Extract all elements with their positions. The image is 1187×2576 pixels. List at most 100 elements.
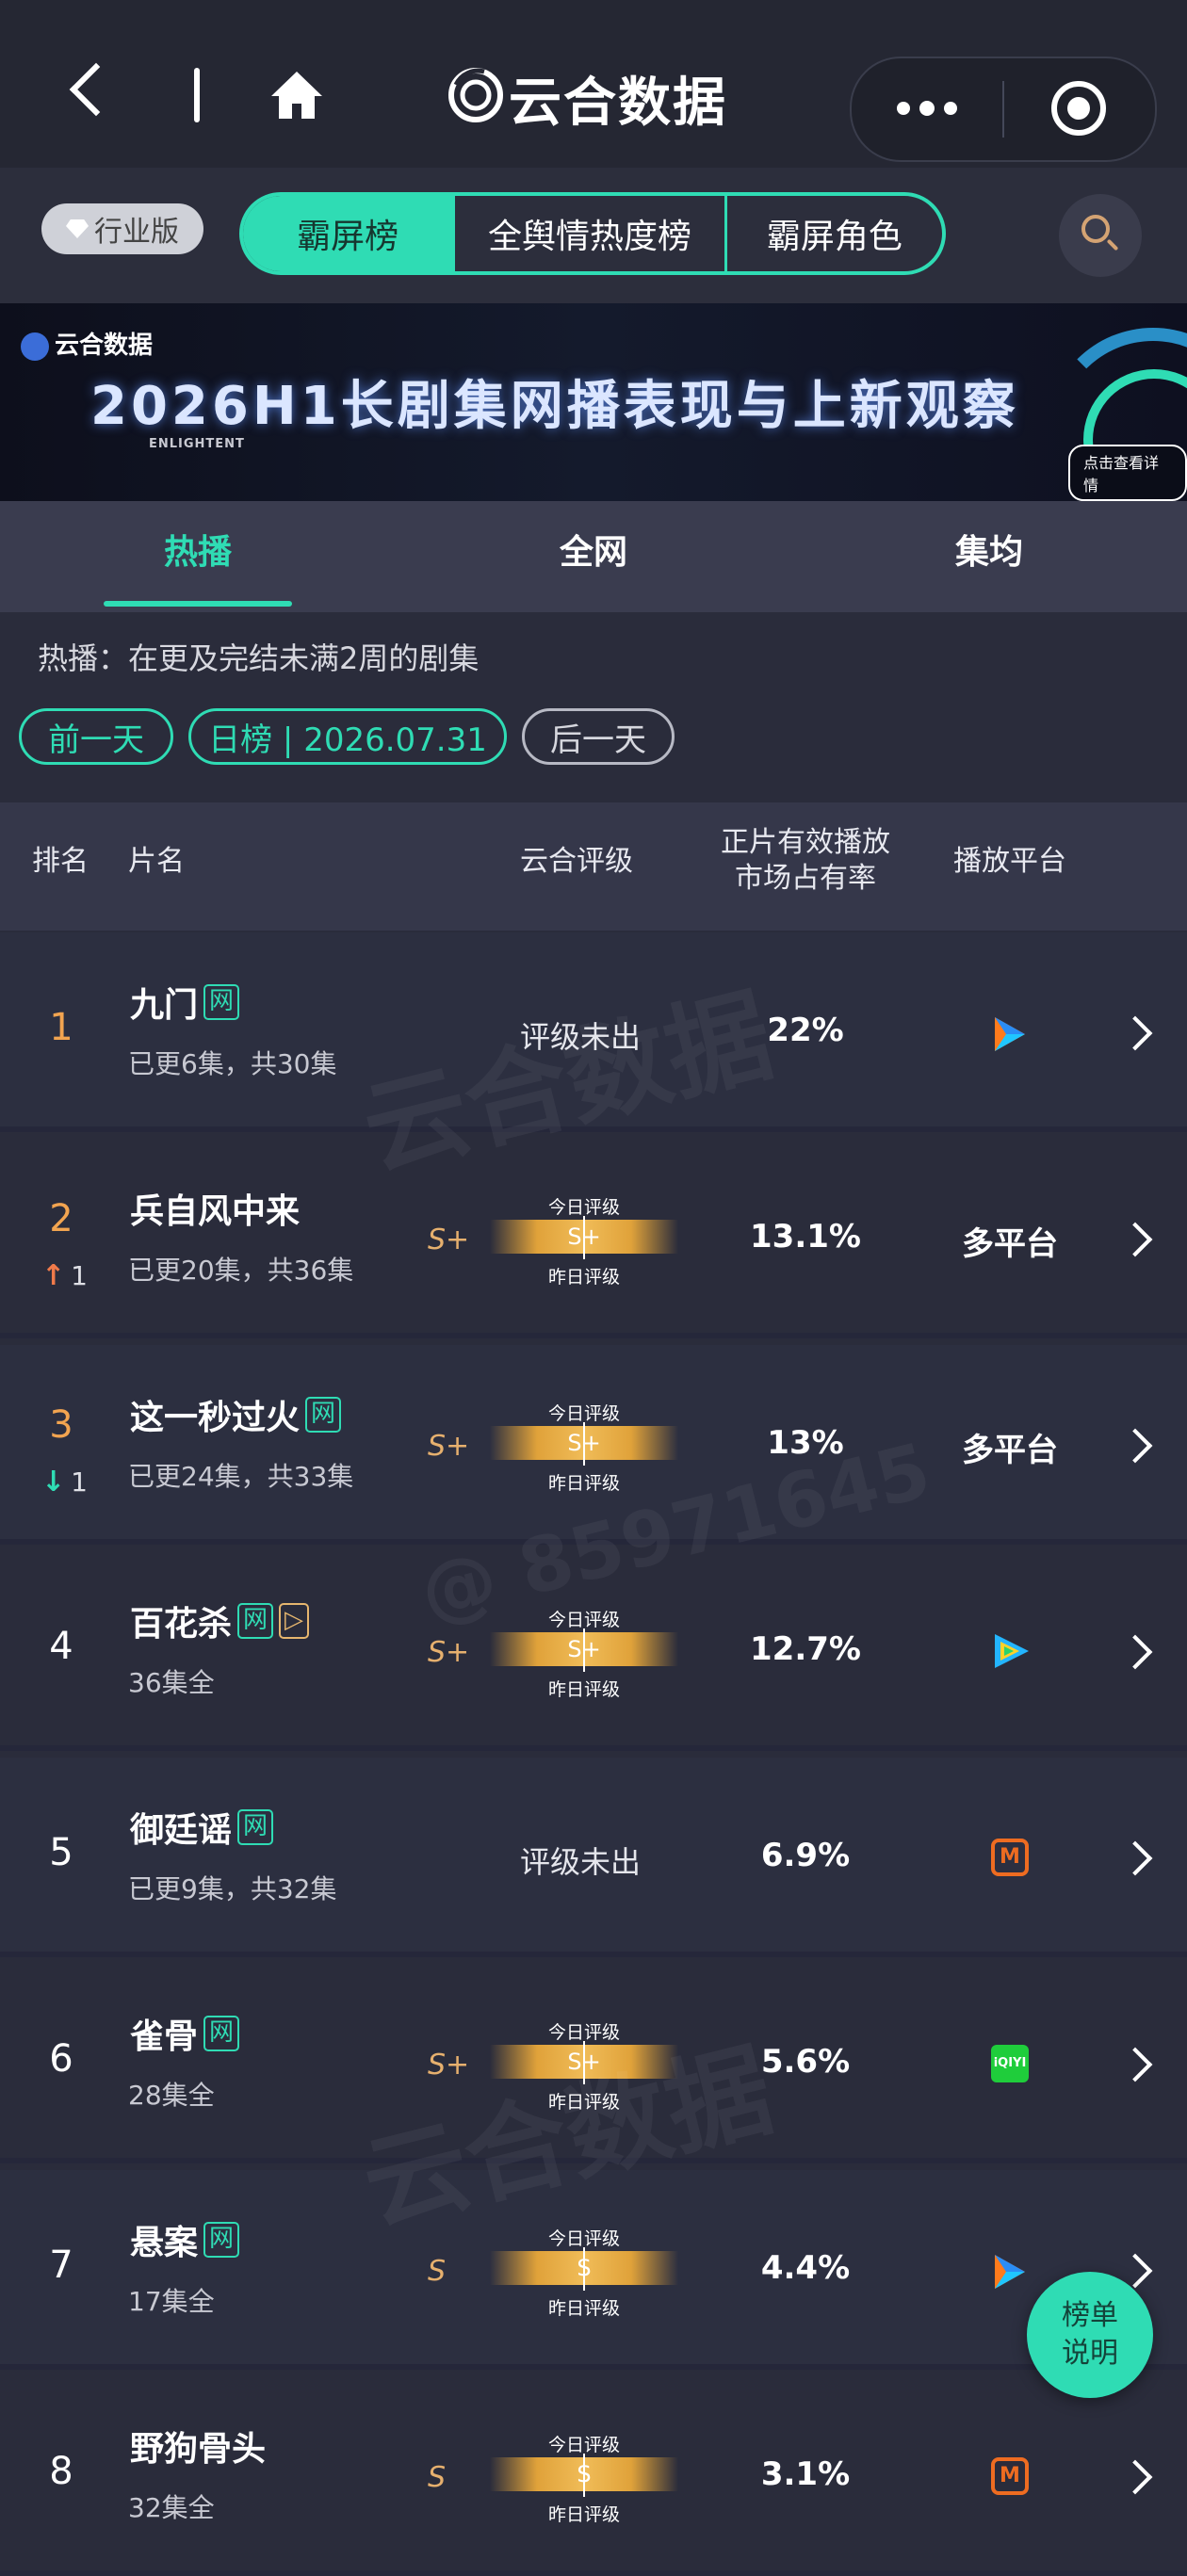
col-share: 正片有效播放 市场占有率 (707, 825, 904, 897)
more-icon[interactable] (897, 101, 957, 116)
today-grade-label: 今日评级 (547, 2022, 620, 2043)
table-header: 排名 片名 云合评级 正片有效播放 市场占有率 播放平台 (0, 802, 1187, 931)
rating-pending: 评级未出 (520, 1844, 642, 1880)
arrow-up-icon: ↑ (41, 1259, 66, 1292)
col-title: 片名 (128, 845, 185, 878)
table-row[interactable]: 6 雀骨网 28集全 S+ 今日评级 S+ 昨日评级 5.6% iQIYI (0, 1964, 1187, 2163)
table-row[interactable]: 1 九门网已更6集，共30集 评级未出 22% (0, 932, 1187, 1132)
back-icon[interactable] (69, 62, 123, 117)
table-row[interactable]: 5 御廷谣网已更9集，共32集 评级未出 6.9% M (0, 1758, 1187, 1957)
grade-comparison: 今日评级 S+ 昨日评级 (490, 2018, 678, 2113)
drama-title[interactable]: 这一秒过火网 (130, 1390, 342, 1439)
drama-title[interactable]: 九门网 (130, 978, 240, 1027)
table-row[interactable]: 4 百花杀网 ▷ 36集全 S+ 今日评级 S+ 昨日评级 12.7% (0, 1551, 1187, 1751)
segment-tab-role-rank[interactable]: 霸屏角色 (727, 196, 942, 271)
capsule-divider (1002, 81, 1004, 138)
today-grade-label: 今日评级 (547, 1197, 620, 1218)
table-row[interactable]: 7 悬案网 17集全 S 今日评级 S 昨日评级 4.4% (0, 2170, 1187, 2370)
tab-all-network[interactable]: 全网 (396, 501, 791, 612)
search-button[interactable] (1059, 194, 1142, 277)
drama-title[interactable]: 野狗骨头 (130, 2422, 266, 2471)
platform-label: 多平台 (962, 1225, 1058, 1263)
drama-title[interactable]: 雀骨网 (130, 2009, 240, 2058)
chevron-right-icon[interactable] (1117, 1634, 1153, 1670)
chevron-right-icon[interactable] (1117, 2047, 1153, 2082)
tab-episode-avg[interactable]: 集均 (791, 501, 1187, 612)
market-share: 12.7% (750, 1630, 861, 1668)
drama-title[interactable]: 兵自风中来 (130, 1184, 300, 1233)
rank-number: 7 (49, 2244, 73, 2287)
chevron-right-icon[interactable] (1117, 1428, 1153, 1464)
rank-change-value: 1 (71, 1260, 88, 1291)
drama-title-text: 野狗骨头 (130, 2430, 267, 2469)
segment-tab-heat-rank[interactable]: 全舆情热度榜 (455, 196, 727, 271)
tencent-video-icon (995, 2255, 1025, 2289)
ranking-explanation-button[interactable]: 榜单 说明 (1027, 2272, 1153, 2398)
prev-day-button[interactable]: 前一天 (19, 708, 173, 765)
market-share: 13.1% (750, 1218, 861, 1256)
market-share: 3.1% (760, 2455, 851, 2493)
today-grade-label: 今日评级 (547, 2435, 620, 2455)
drama-title[interactable]: 悬案网 (130, 2215, 240, 2264)
yesterday-grade-label: 昨日评级 (547, 2092, 620, 2113)
chevron-right-icon[interactable] (1117, 1222, 1153, 1257)
app-logo-icon (448, 68, 503, 122)
table-row[interactable]: 2 ↑ 1 兵自风中来 已更20集，共36集 S+ 今日评级 S+ 昨日评级 13.1% 多平台 (0, 1139, 1187, 1338)
grade-bar-value: S+ (567, 1430, 601, 1456)
col-share-line1: 正片有效播放 (721, 826, 890, 859)
yesterday-grade-label: 昨日评级 (547, 1267, 620, 1288)
target-icon[interactable] (1051, 81, 1106, 136)
hot-definition-note: 热播：在更及完结未满2周的剧集 (38, 640, 480, 676)
rank-change: ↑ 1 (41, 1259, 88, 1292)
search-icon (1081, 215, 1110, 243)
fab-line1: 榜单 (1062, 2299, 1118, 2332)
banner-title: 2026H1长剧集网播表现与上新观察 (90, 376, 1019, 437)
rank-number: 2 (49, 1197, 73, 1240)
rank-number: 5 (49, 1831, 73, 1874)
chevron-right-icon[interactable] (1117, 1840, 1153, 1876)
grade-bar-value: S+ (567, 1223, 601, 1250)
drama-title[interactable]: 御廷谣网 (130, 1803, 274, 1852)
date-selector[interactable]: 日榜 | 2026.07.31 (188, 708, 507, 765)
col-rating: 云合评级 (520, 845, 633, 878)
episode-status: 36集全 (128, 1667, 215, 1698)
rank-number: 8 (49, 2450, 73, 2493)
industry-badge[interactable]: 行业版 (41, 203, 203, 254)
table-row[interactable]: 8 野狗骨头 32集全 S 今日评级 S 昨日评级 3.1% M (0, 2376, 1187, 2576)
drama-title[interactable]: 百花杀网 ▷ (130, 1596, 310, 1645)
market-share: 13% (767, 1424, 844, 1462)
drama-title-text: 兵自风中来 (130, 1192, 301, 1231)
industry-badge-label: 行业版 (94, 216, 179, 249)
grade-bar-value: S+ (567, 2049, 601, 2075)
episode-status: 已更24集，共33集 (128, 1461, 354, 1492)
grade-bar-value: S (577, 2461, 592, 2487)
rating-pending: 评级未出 (520, 1019, 642, 1055)
chevron-right-icon[interactable] (1117, 2459, 1153, 2495)
drama-title-text: 九门 (130, 986, 199, 1025)
banner-cta-button[interactable]: 点击查看详情 (1068, 445, 1187, 501)
yunhe-grade: S (428, 2255, 447, 2288)
col-platform: 播放平台 (953, 845, 1066, 878)
yunhe-grade: S+ (428, 1636, 470, 1669)
episode-status: 已更6集，共30集 (128, 1048, 337, 1079)
episode-status: 28集全 (128, 2080, 215, 2111)
today-grade-label: 今日评级 (547, 1403, 620, 1424)
grade-comparison: 今日评级 S 昨日评级 (490, 2431, 678, 2525)
next-day-button[interactable]: 后一天 (522, 708, 675, 765)
mango-tv-icon: M (991, 1839, 1029, 1876)
table-row[interactable]: 3 ↓ 1 这一秒过火网已更24集，共33集 S+ 今日评级 S+ 昨日评级 13% 多平台 (0, 1345, 1187, 1545)
market-share: 22% (767, 1012, 844, 1049)
yunhe-grade: S+ (428, 1430, 470, 1463)
drama-title-text: 百花杀 (130, 1605, 233, 1644)
title-bar: 云合数据 (0, 0, 1187, 168)
banner-logo-icon (21, 332, 49, 361)
segment-tab-screen-rank[interactable]: 霸屏榜 (243, 196, 456, 271)
tab-hot[interactable]: 热播 (0, 501, 396, 612)
home-icon[interactable] (268, 66, 326, 124)
arrow-down-icon: ↓ (41, 1466, 66, 1499)
iqiyi-icon: iQIYI (991, 2045, 1029, 2082)
chevron-right-icon[interactable] (1117, 1015, 1153, 1051)
col-rank: 排名 (32, 845, 89, 878)
promo-banner[interactable]: 云合数据 ENLIGHTENT 2026H1长剧集网播表现与上新观察 点击查看详… (0, 303, 1187, 501)
yesterday-grade-label: 昨日评级 (547, 1679, 620, 1700)
